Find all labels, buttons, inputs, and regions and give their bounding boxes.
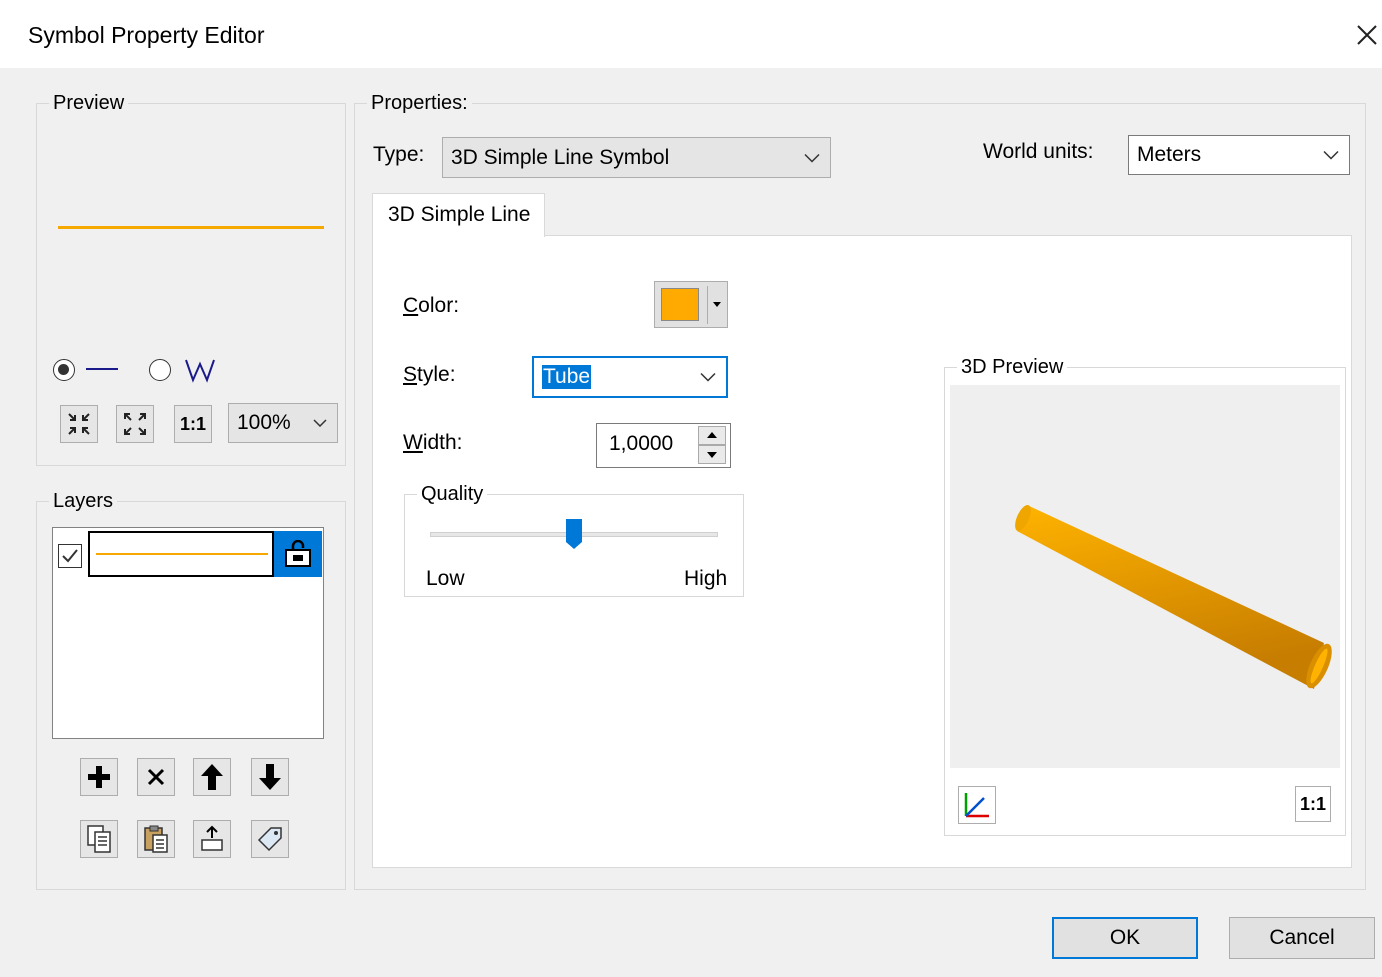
chevron-down-icon [1323,150,1339,160]
zigzag-mode-icon [185,359,215,383]
quality-high-label: High [684,567,728,590]
layer-line-swatch [96,553,268,555]
layer-item[interactable] [88,531,274,577]
cancel-label: Cancel [1269,926,1335,949]
world-units-value: Meters [1137,143,1202,166]
world-units-select[interactable]: Meters [1128,135,1350,175]
axes-toggle-button[interactable] [958,786,996,824]
paste-icon [144,825,168,853]
tube-preview [1015,504,1332,689]
move-layer-up-button[interactable] [193,758,231,796]
chevron-down-icon [700,372,716,382]
spin-up-icon [707,432,717,438]
preview-group-label: Preview [53,92,125,114]
tab-label: 3D Simple Line [388,203,531,226]
arrow-up-icon [201,764,223,790]
cancel-button[interactable]: Cancel [1229,917,1375,959]
preview-line [58,226,324,229]
paste-layer-button[interactable] [137,820,175,858]
shrink-icon [68,413,90,435]
type-select[interactable]: 3D Simple Line Symbol [442,137,831,178]
zoom-out-full-button[interactable] [116,405,154,443]
line-preview-radio[interactable] [53,359,75,381]
title-bar: Symbol Property Editor [0,0,1382,68]
preview3d-group-label: 3D Preview [961,356,1064,378]
add-layer-button[interactable] [80,758,118,796]
remove-layer-button[interactable] [137,758,175,796]
close-icon[interactable] [1350,18,1382,52]
ok-label: OK [1109,926,1141,949]
color-swatch [661,288,699,321]
width-decrement-button[interactable] [698,445,726,464]
lock-icon [285,540,311,567]
layer-visibility-checkbox[interactable] [58,544,82,568]
preview3d-canvas[interactable] [950,385,1340,768]
layer-lock-button[interactable] [274,531,322,577]
copy-layer-button[interactable] [80,820,118,858]
width-input[interactable]: 1,0000 [596,423,731,468]
width-label: Width: [403,431,463,454]
color-picker-button[interactable] [654,281,728,328]
expand-icon [124,413,146,435]
area-preview-radio[interactable] [149,359,171,381]
preview3d-one-to-one-button[interactable]: 1:1 [1295,786,1331,822]
window-title: Symbol Property Editor [28,22,265,48]
tag-layer-button[interactable] [251,820,289,858]
import-layer-button[interactable] [193,820,231,858]
one-to-one-label: 1:1 [179,413,206,434]
quality-low-label: Low [426,567,465,590]
zoom-value: 100% [237,411,291,434]
dropdown-arrow-icon [713,302,721,307]
preview3d-one-to-one-label: 1:1 [1299,793,1326,814]
spin-down-icon [707,452,717,458]
chevron-down-icon [804,153,820,162]
arrow-down-icon [259,764,281,790]
type-label: Type: [373,143,425,166]
style-select[interactable]: Tube [532,356,728,398]
zoom-in-fit-button[interactable] [60,405,98,443]
color-label: Color: [403,294,460,317]
layers-group-label: Layers [53,490,114,512]
plus-icon [88,766,110,788]
tag-icon [257,827,282,852]
one-to-one-button[interactable]: 1:1 [174,405,212,443]
delete-icon [147,768,165,786]
type-value: 3D Simple Line Symbol [451,145,670,169]
width-value: 1,0000 [609,432,674,455]
tab-3d-simple-line[interactable]: 3D Simple Line [372,193,545,237]
quality-group-label: Quality [421,483,484,505]
width-increment-button[interactable] [698,426,726,445]
zoom-select[interactable]: 100% [228,403,338,443]
style-value: Tube [542,365,592,389]
properties-group-label: Properties: [371,92,468,114]
import-icon [201,825,223,851]
axes-icon [964,793,989,818]
world-units-label: World units: [983,140,1094,163]
move-layer-down-button[interactable] [251,758,289,796]
ok-button[interactable]: OK [1052,917,1198,959]
chevron-down-icon [313,419,327,427]
copy-icon [87,825,111,853]
line-mode-icon [86,368,118,370]
quality-slider-thumb[interactable] [565,518,583,550]
style-label: Style: [403,363,456,386]
checkmark-icon [62,549,78,563]
